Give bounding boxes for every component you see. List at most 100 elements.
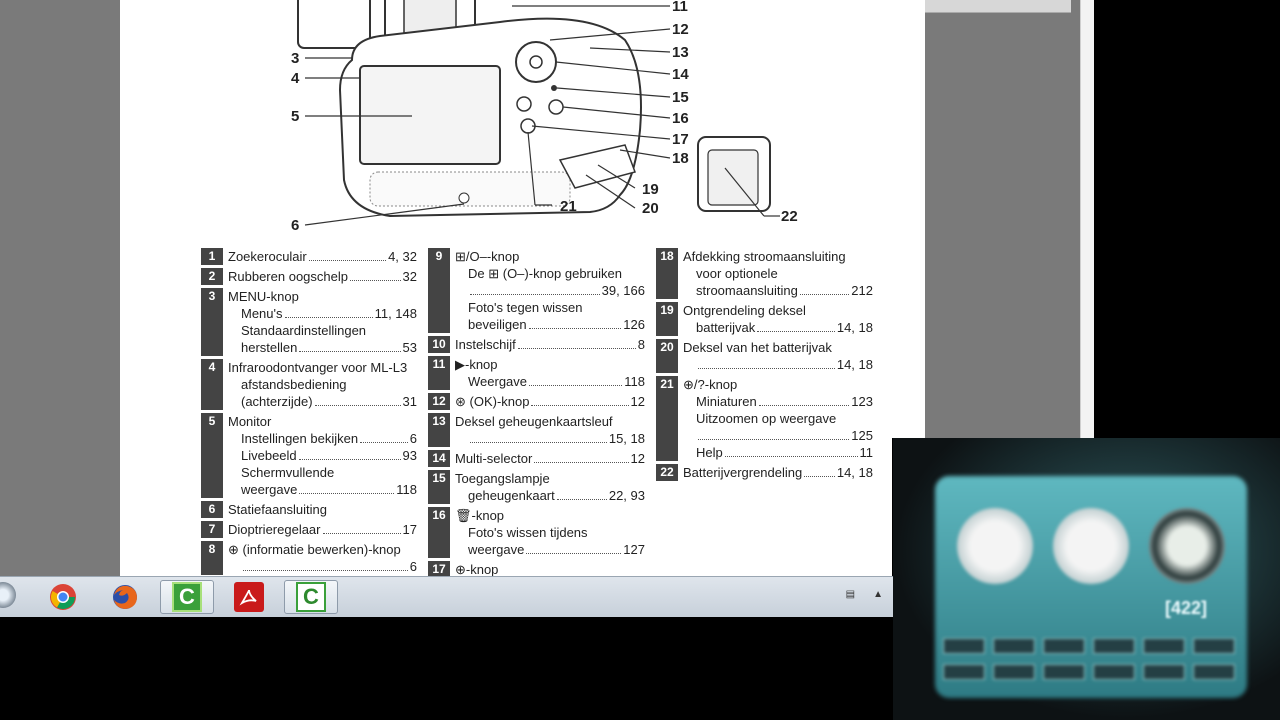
legend-line: Statiefaansluiting [228,501,417,518]
legend-entry: 12 ⊛ (OK)-knop 12 [428,393,645,410]
legend-text: (achterzijde) [241,394,313,409]
leader-dots [349,268,401,281]
taskbar-app-camtasia-recorder[interactable]: C [284,580,338,614]
page-reference: 31 [402,394,417,409]
leader-dots [534,450,629,463]
legend-text: Livebeeld [241,448,297,463]
taskbar-app-camtasia[interactable]: C [160,580,214,614]
callout-6: 6 [291,217,299,234]
legend-entry: 15 Toegangslampje geheugenkaart 22, 93 [428,470,645,504]
lcd-dial-2 [1053,508,1129,584]
legend-text: Help [696,445,723,460]
tray-expand-icon[interactable]: ▲ [873,589,883,600]
legend-line: Deksel geheugenkaartsleuf [455,413,645,430]
legend-number-badge: 3 [201,288,223,356]
camtasia-recorder-icon: C [296,582,326,612]
legend-line: 6 [228,558,417,575]
taskbar-app-acrobat[interactable] [222,580,276,614]
legend-entry: 16 🗑-knop Foto's wissen tijdens weergave 127 [428,507,645,558]
leader-dots [308,248,387,261]
legend-line: Menu's 11, 148 [228,305,417,322]
page-reference: 11, 148 [374,306,417,321]
legend-line: herstellen 53 [228,339,417,356]
legend-line: Livebeeld 93 [228,447,417,464]
legend-column-1: 1 Zoekeroculair 4, 32 2 Rubberen oogschelp 32… [201,248,417,576]
legend-text: Deksel van het batterijvak [683,340,832,355]
callout-17: 17 [672,131,689,148]
legend-line: geheugenkaart 22, 93 [455,487,645,504]
scrollbar-strip[interactable] [1080,0,1095,438]
legend-text: Zoekeroculair [228,249,307,264]
legend-entry: 22 Batterijvergrendeling 14, 18 [656,464,873,481]
page-reference: 4, 32 [388,249,417,264]
desktop-background-right [1094,0,1280,438]
system-tray: ▤ ▲ [846,589,883,600]
leader-dots [470,430,607,443]
legend-line: ⊞/O‒-knop [455,248,645,265]
callout-16: 16 [672,110,689,127]
legend-text: beveiligen [468,317,527,332]
legend-entry: 14 Multi-selector 12 [428,450,645,467]
leader-dots [298,447,401,460]
page-reference: 126 [623,317,645,332]
page-reference: 118 [396,482,417,497]
legend-entry: 11 ▶-knop Weergave 118 [428,356,645,390]
legend-text: Schermvullende [241,465,335,480]
page-reference: 15, 18 [608,431,645,446]
legend-text: ⊕/?-knop [683,377,738,392]
callout-3: 3 [291,50,299,67]
legend-entry: 8 ⊕ (informatie bewerken)-knop 6 [201,541,417,575]
legend-entry: 20 Deksel van het batterijvak 14, 18 [656,339,873,373]
camtasia-icon: C [172,582,202,612]
legend-number-badge: 13 [428,413,450,447]
legend-line: weergave 118 [228,481,417,498]
legend-entry: 2 Rubberen oogschelp 32 [201,268,417,285]
legend-text: Afdekking stroomaansluiting [683,249,846,264]
legend-text: Menu's [241,306,283,321]
legend-line: Zoekeroculair 4, 32 [228,248,417,265]
camera-back-diagram: 11 12 13 14 15 16 17 18 19 20 21 22 3 4 … [291,0,798,234]
leader-dots [299,339,401,352]
callout-4: 4 [291,70,300,87]
leader-dots [758,393,850,406]
legend-line: Infraroodontvanger voor ML-L3 [228,359,417,376]
legend-text: Foto's tegen wissen [468,300,583,315]
taskbar-app-chrome[interactable] [36,580,90,614]
legend-number-badge: 10 [428,336,450,353]
legend-line: Instelschijf 8 [455,336,645,353]
legend-line: ▶-knop [455,356,645,373]
legend-text: geheugenkaart [468,488,555,503]
action-center-icon[interactable]: ▤ [846,589,855,600]
leader-dots [724,444,858,457]
legend-text: Foto's wissen tijdens [468,525,588,540]
legend-number-badge: 22 [656,464,678,481]
legend-line: Batterijvergrendeling 14, 18 [683,464,873,481]
legend-entry: 5 Monitor Instellingen bekijken 6 Livebeeld 9… [201,413,417,498]
taskbar-app-firefox[interactable] [98,580,152,614]
legend-text: Infraroodontvanger voor ML-L3 [228,360,408,375]
leader-dots [529,373,623,386]
legend-entry: 19 Ontgrendeling deksel batterijvak 14, 18 [656,302,873,336]
webcam-overlay: [422] [893,438,1280,720]
legend-text: weergave [241,482,298,497]
leader-dots [470,282,600,295]
callout-11: 11 [672,0,688,15]
legend-line: De ⊞ (O‒)-knop gebruiken [455,265,645,282]
callout-21: 21 [560,198,577,215]
leader-dots [799,282,850,295]
legend-entry: 3 MENU-knop Menu's 11, 148 Standaardinstelli… [201,288,417,356]
legend-line: Miniaturen 123 [683,393,873,410]
legend-line: weergave 127 [455,541,645,558]
legend-text: Statiefaansluiting [228,502,328,517]
legend-line: ⊕-knop [455,561,645,576]
legend-line: Foto's wissen tijdens [455,524,645,541]
legend-entry: 13 Deksel geheugenkaartsleuf 15, 18 [428,413,645,447]
legend-line: Toegangslampje [455,470,645,487]
page-reference: 12 [630,394,645,409]
callout-20: 20 [642,200,659,217]
start-button[interactable] [0,582,16,608]
legend-line: batterijvak 14, 18 [683,319,873,336]
page-reference: 53 [402,340,417,355]
leader-dots [698,427,850,440]
legend-number-badge: 19 [656,302,678,336]
